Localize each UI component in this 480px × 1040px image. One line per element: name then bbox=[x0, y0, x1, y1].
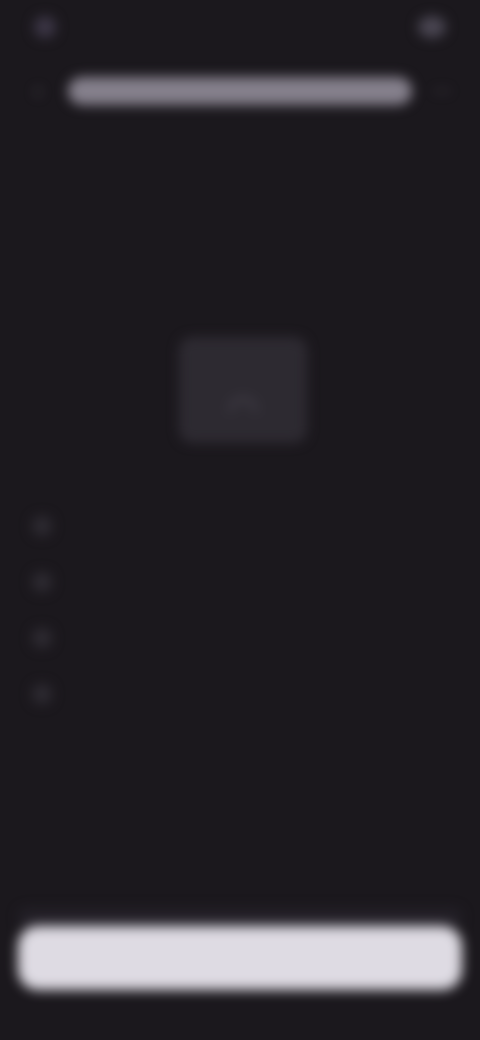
step-bullet-icon bbox=[32, 572, 52, 592]
screen: ‹ ⋯ ◠ bbox=[0, 0, 480, 1040]
status-right bbox=[408, 16, 446, 38]
arrow-left-icon[interactable]: ‹ bbox=[20, 79, 56, 103]
battery-icon bbox=[418, 16, 446, 38]
step-bullet-icon bbox=[32, 684, 52, 704]
device-card: ◠ bbox=[180, 338, 306, 442]
primary-action-button[interactable] bbox=[18, 926, 462, 990]
step-bullet-icon bbox=[32, 628, 52, 648]
status-bar bbox=[0, 0, 480, 56]
list-item bbox=[32, 666, 452, 722]
wifi-icon: ◠ bbox=[227, 388, 259, 429]
app-indicator-icon bbox=[34, 16, 56, 38]
list-item bbox=[32, 498, 452, 554]
status-left bbox=[34, 16, 66, 38]
step-list bbox=[32, 498, 452, 722]
list-item bbox=[32, 610, 452, 666]
step-bullet-icon bbox=[32, 516, 52, 536]
button-shadow bbox=[18, 908, 462, 926]
more-icon[interactable]: ⋯ bbox=[424, 79, 460, 103]
address-bar[interactable] bbox=[68, 77, 412, 105]
top-bar: ‹ ⋯ bbox=[20, 70, 460, 112]
list-item bbox=[32, 554, 452, 610]
